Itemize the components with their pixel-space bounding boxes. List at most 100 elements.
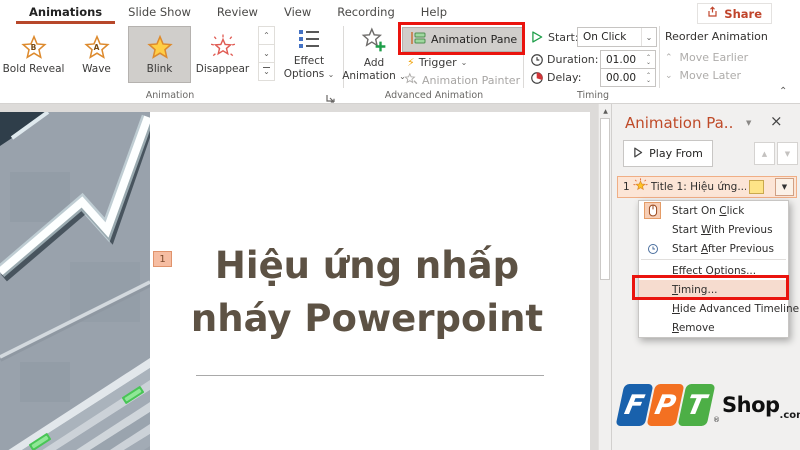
tab-recording[interactable]: Recording	[324, 0, 408, 24]
group-label-timing: Timing	[576, 90, 610, 101]
collapse-ribbon-button[interactable]: ⌃	[779, 86, 787, 97]
chevron-down-icon[interactable]: ⌄	[641, 28, 656, 46]
item-dropdown-button[interactable]: ▼	[775, 178, 794, 196]
tab-animations[interactable]: Animations	[16, 0, 115, 24]
triangle-down-icon: ▼	[784, 149, 791, 158]
slide-canvas[interactable]: 1 Hiệu ứng nhấp nháy Powerpoint	[0, 112, 590, 450]
delay-clock-icon	[530, 70, 544, 84]
delay-input[interactable]: 00.00 ⌃ ⌄	[600, 68, 656, 87]
dialog-launcher-icon[interactable]	[325, 89, 336, 103]
star-burst-icon	[210, 34, 236, 60]
delay-spinner[interactable]: ⌃ ⌄	[642, 69, 655, 86]
animation-pane-button[interactable]: Animation Pane	[402, 27, 526, 52]
share-icon	[707, 6, 719, 21]
stairs-photo	[0, 112, 150, 450]
tab-slide-show[interactable]: Slide Show	[115, 0, 204, 24]
ribbon: Animations Slide Show Review View Record…	[0, 0, 800, 104]
star-outline-icon: A	[83, 34, 110, 60]
share-button[interactable]: Share	[697, 3, 772, 24]
slide-scrollbar[interactable]: ▲	[598, 104, 611, 450]
fpt-domain-text: .com.vn	[779, 410, 800, 421]
fpt-letter-t: T	[677, 384, 716, 426]
chevron-up-icon: ⌃	[665, 52, 673, 63]
trigger-button[interactable]: ⚡ Trigger ⌄	[407, 56, 467, 69]
timeline-swatch[interactable]	[749, 180, 764, 194]
fpt-shop-logo: F P T ® Shop .com.vn	[615, 384, 800, 426]
gallery-scroll-up-button[interactable]: ⌃	[258, 26, 275, 45]
group-label-advanced-animation: Advanced Animation	[384, 90, 484, 101]
menu-remove[interactable]: Remove	[639, 318, 788, 337]
menu-start-after-previous[interactable]: Start After Previous	[639, 239, 788, 258]
gallery-item-wave[interactable]: A Wave	[65, 26, 128, 83]
slide-title[interactable]: Hiệu ứng nhấp nháy Powerpoint	[152, 240, 582, 345]
animation-list-item[interactable]: 1 Title 1: Hiệu ứng... ▼	[617, 176, 797, 198]
effect-options-button[interactable]: Effect Options ⌄	[281, 27, 337, 81]
animation-pane-icon	[410, 31, 426, 48]
item-label: Title 1: Hiệu ứng...	[650, 181, 746, 193]
lightning-icon: ⚡	[407, 56, 415, 69]
mouse-click-icon	[644, 202, 661, 219]
triangle-down-icon: ▼	[781, 183, 788, 191]
clock-icon	[644, 240, 661, 257]
gallery-scroll-down-button[interactable]: ⌄	[258, 44, 275, 63]
pane-menu-chevron-icon[interactable]: ▼	[746, 119, 751, 127]
duration-spinner[interactable]: ⌃ ⌄	[642, 51, 655, 68]
play-from-button[interactable]: Play From	[623, 140, 713, 167]
add-animation-button[interactable]: Add Animation ⌄	[342, 27, 406, 83]
pane-move-down-button[interactable]: ▼	[777, 142, 798, 165]
star-solid-icon	[146, 34, 173, 60]
triangle-up-icon: ▲	[761, 149, 768, 158]
play-icon	[633, 147, 643, 161]
duration-input[interactable]: 01.00 ⌃ ⌄	[600, 50, 656, 69]
duration-clock-icon	[530, 52, 544, 66]
gallery-scroll: ⌃ ⌄ ⌄	[258, 26, 275, 81]
delay-value: 00.00	[606, 72, 637, 84]
animation-pane: Animation Pa.. ▼ × Play From ▲ ▼ 1 Title…	[611, 104, 800, 450]
spinner-down-icon[interactable]: ⌄	[646, 77, 651, 83]
fpt-shop-text: Shop	[722, 393, 780, 417]
main-area: 1 Hiệu ứng nhấp nháy Powerpoint ▲ Animat…	[0, 104, 800, 450]
group-separator	[523, 26, 524, 88]
gallery-item-bold-reveal[interactable]: B Bold Reveal	[2, 26, 65, 83]
pane-move-up-button[interactable]: ▲	[754, 142, 775, 165]
powerpoint-window: Animations Slide Show Review View Record…	[0, 0, 800, 450]
delay-label: Delay:	[547, 71, 582, 84]
menu-effect-options[interactable]: Effect Options...	[639, 261, 788, 280]
start-play-icon	[530, 29, 544, 43]
gallery-item-disappear[interactable]: Disappear	[191, 26, 254, 83]
start-label: Start:	[548, 31, 579, 44]
gallery-item-blink[interactable]: Blink	[128, 26, 191, 83]
share-label: Share	[724, 6, 762, 21]
menu-start-with-previous[interactable]: Start With Previous	[639, 220, 788, 239]
ribbon-tabs: Animations Slide Show Review View Record…	[16, 0, 460, 24]
group-label-animation: Animation	[145, 90, 195, 101]
chevron-down-icon: ⌄	[327, 70, 335, 80]
chevron-down-icon: ⌄	[665, 70, 673, 81]
move-later-button[interactable]: ⌄ Move Later	[665, 69, 741, 82]
tab-view[interactable]: View	[271, 0, 324, 24]
menu-separator	[641, 259, 786, 260]
start-value: On Click	[583, 31, 627, 43]
animation-context-menu: Start On Click Start With Previous Start…	[638, 200, 799, 338]
animation-gallery: B Bold Reveal A Wave Blink Disappear	[2, 26, 254, 83]
menu-start-on-click[interactable]: Start On Click	[639, 201, 788, 220]
tab-review[interactable]: Review	[204, 0, 271, 24]
duration-label: Duration:	[547, 53, 599, 66]
effect-options-icon	[297, 27, 321, 55]
chevron-down-icon: ⌄	[460, 58, 468, 67]
menu-timing[interactable]: Timing...	[639, 280, 788, 299]
scrollbar-thumb[interactable]	[600, 118, 610, 280]
start-select[interactable]: On Click ⌄	[577, 27, 657, 47]
move-earlier-button[interactable]: ⌃ Move Earlier	[665, 51, 748, 64]
star-outline-icon: B	[20, 34, 47, 60]
duration-value: 01.00	[606, 54, 637, 66]
tab-help[interactable]: Help	[408, 0, 460, 24]
pane-title: Animation Pa..	[625, 114, 734, 132]
spinner-down-icon[interactable]: ⌄	[646, 59, 651, 65]
menu-hide-advanced-timeline[interactable]: Hide Advanced Timeline	[639, 299, 799, 318]
gallery-more-button[interactable]: ⌄	[258, 62, 275, 81]
item-index: 1	[623, 181, 630, 193]
pane-close-icon[interactable]: ×	[770, 112, 783, 130]
animation-painter-button[interactable]: Animation Painter	[404, 72, 520, 89]
starburst-icon	[633, 178, 648, 196]
